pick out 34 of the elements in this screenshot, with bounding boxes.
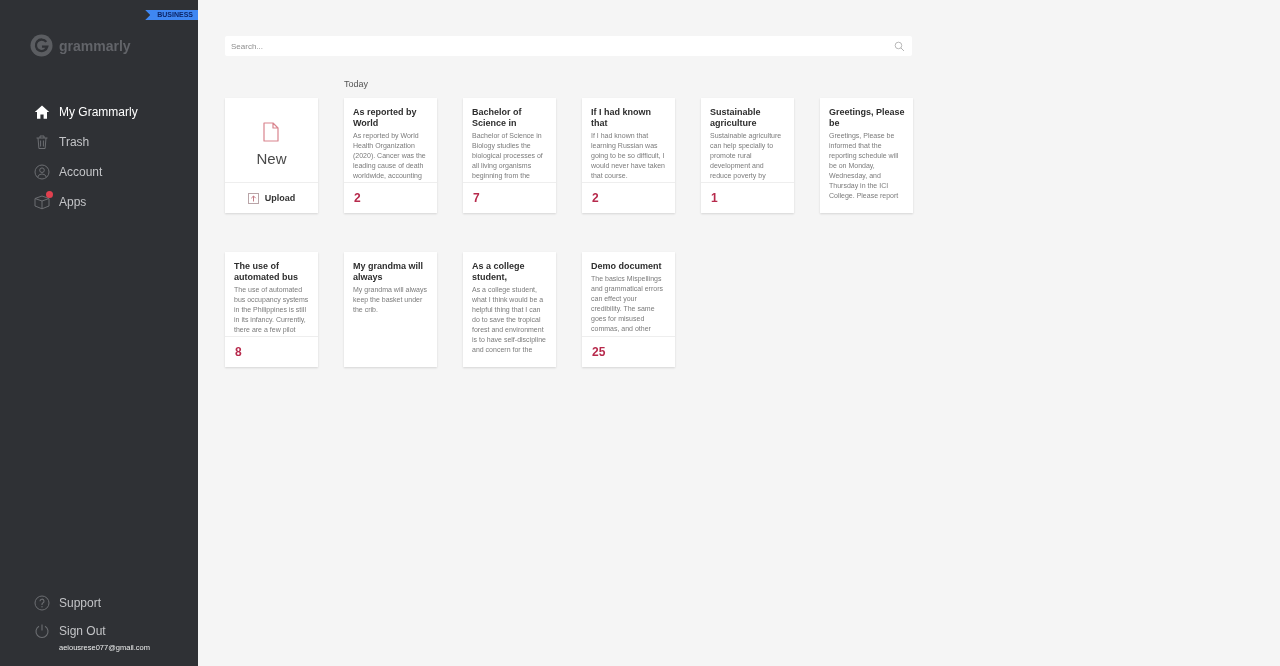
document-title: As reported by World [353, 107, 418, 129]
document-title: Demo document [591, 261, 663, 272]
document-icon [263, 122, 280, 142]
box-icon [34, 194, 50, 210]
document-title: The use of automated bus [234, 261, 299, 283]
issue-count: 2 [591, 191, 599, 205]
nav-item[interactable]: Sign Out [0, 619, 112, 643]
power-icon [34, 623, 50, 639]
trash-icon [34, 134, 50, 150]
document-title: Bachelor of Science in [472, 107, 523, 129]
document-title: If I had known that [591, 107, 652, 129]
nav-item[interactable]: My Grammarly [0, 97, 144, 127]
section-label: Today [344, 79, 369, 89]
document-title: Sustainable agriculture [710, 107, 762, 129]
nav-item[interactable]: Account [0, 157, 109, 187]
user-circle-icon [34, 164, 50, 180]
document-title: Greetings, Please be [829, 107, 906, 129]
new-button[interactable]: New [250, 98, 293, 169]
upload-button[interactable]: Upload [247, 192, 296, 204]
document-title: As a college student, [472, 261, 526, 283]
home-icon [34, 104, 50, 120]
nav-item[interactable]: Support [0, 588, 108, 618]
issue-count: 25 [591, 345, 606, 359]
issue-count: 1 [710, 191, 718, 205]
nav-item[interactable]: Trash [0, 127, 96, 157]
nav-item[interactable]: Apps [0, 187, 93, 217]
logo-icon [30, 34, 53, 57]
help-icon [34, 595, 50, 611]
issue-count: 2 [353, 191, 361, 205]
search-field[interactable]: Search... [225, 36, 912, 56]
issue-count: 7 [472, 191, 480, 205]
issue-count: 8 [234, 345, 242, 359]
upload-icon [247, 192, 259, 204]
document-title: My grandma will always [353, 261, 424, 283]
